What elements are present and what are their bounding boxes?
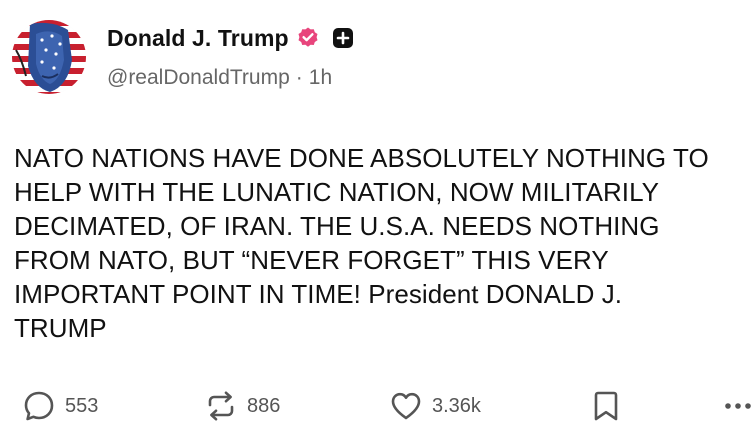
avatar[interactable] [12, 20, 86, 94]
author-meta: @realDonaldTrump · 1h [107, 66, 332, 90]
action-bar: 553 886 3.36k [0, 384, 753, 428]
post-timestamp[interactable]: 1h [309, 66, 332, 90]
author-row: Donald J. Trump [107, 22, 353, 54]
verified-badge-icon [296, 26, 320, 50]
author-handle[interactable]: @realDonaldTrump [107, 66, 290, 90]
meta-separator: · [295, 66, 303, 89]
bookmark-button[interactable] [591, 384, 621, 428]
comment-icon [22, 389, 56, 423]
more-icon [724, 389, 753, 423]
plus-icon[interactable] [332, 28, 353, 48]
more-button[interactable] [724, 384, 753, 428]
bookmark-icon [591, 389, 621, 423]
reply-button[interactable]: 553 [22, 384, 98, 428]
repost-count: 886 [247, 394, 281, 417]
repost-icon [204, 389, 238, 423]
post-body: NATO NATIONS HAVE DONE ABSOLUTELY NOTHIN… [14, 143, 709, 343]
author-display-name[interactable]: Donald J. Trump [107, 25, 289, 52]
reply-count: 553 [65, 394, 99, 417]
post-card: Donald J. Trump @realDonaldTrump · 1h NA… [0, 0, 753, 444]
like-button[interactable]: 3.36k [389, 384, 481, 428]
like-count: 3.36k [432, 394, 481, 417]
heart-icon [389, 389, 423, 423]
repost-button[interactable]: 886 [204, 384, 280, 428]
